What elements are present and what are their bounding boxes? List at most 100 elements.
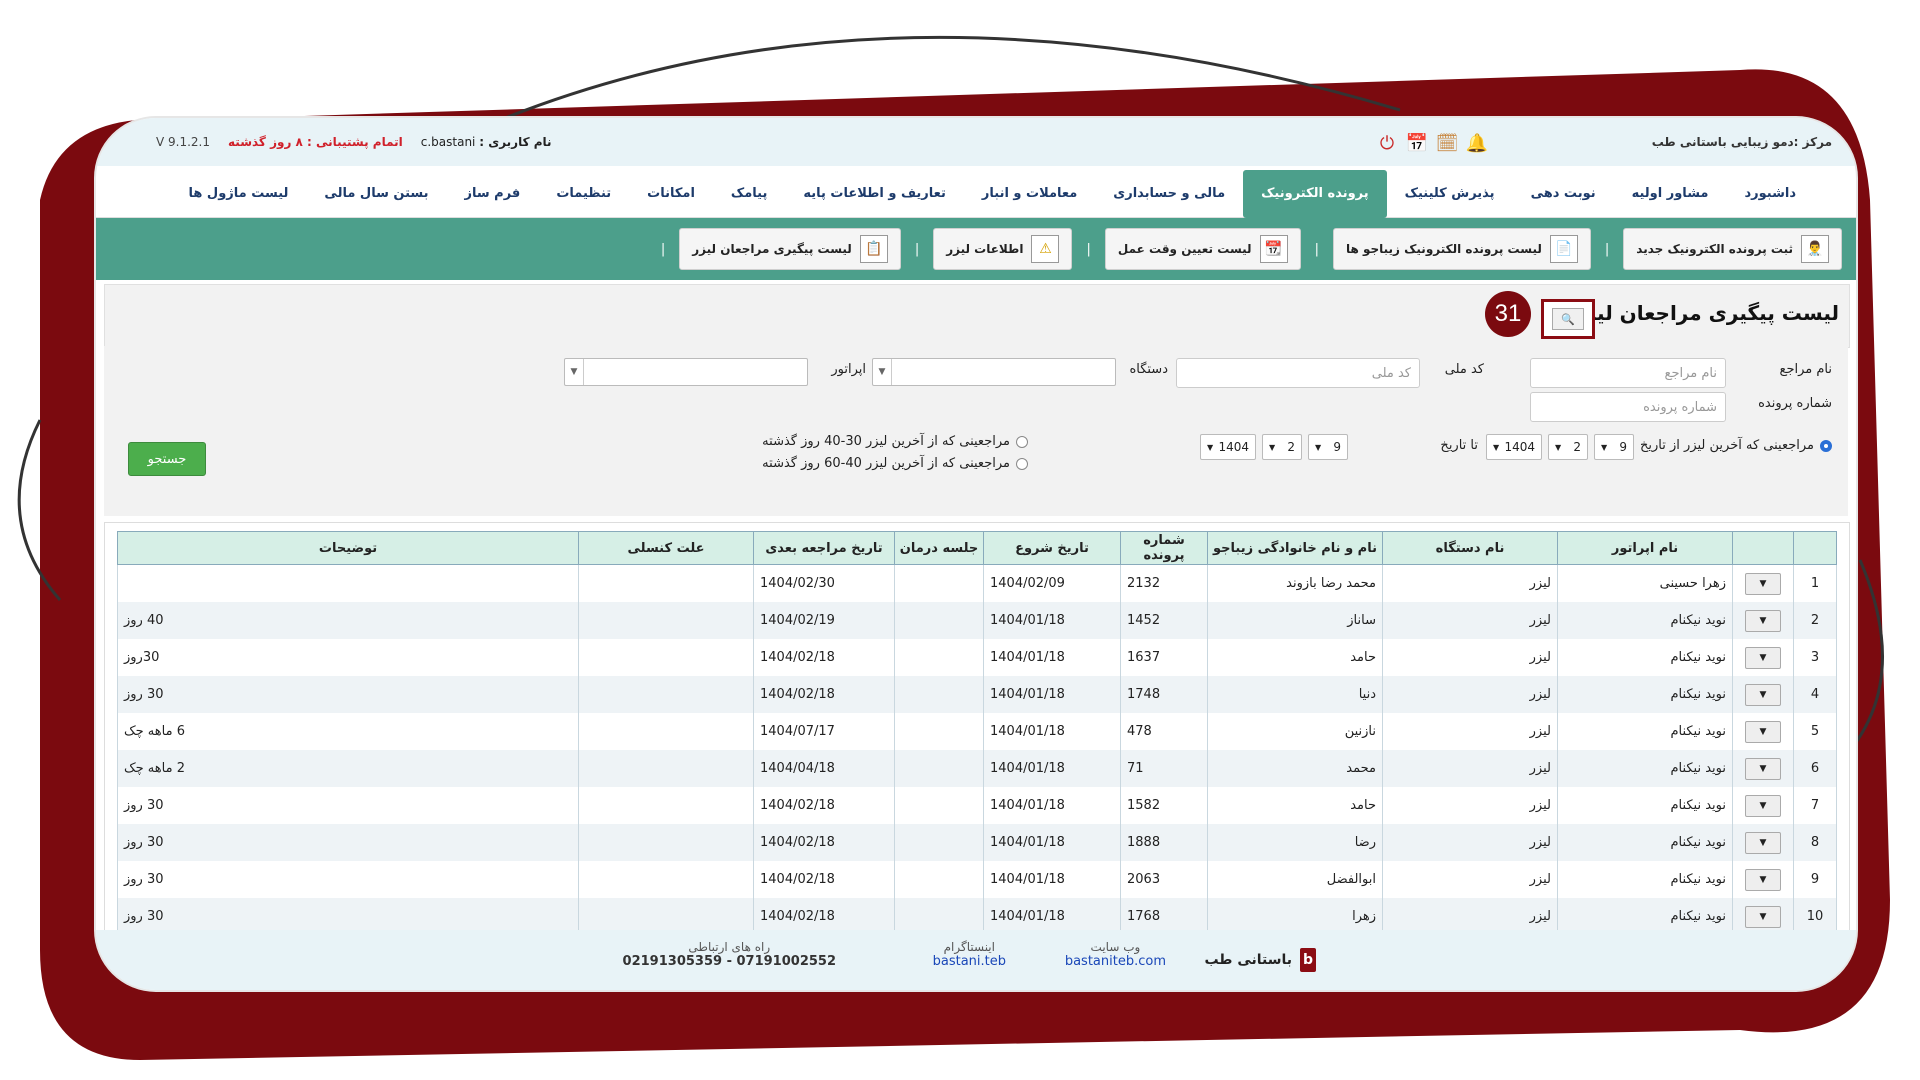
laser-followup-list-button[interactable]: 📋 لیست پیگیری مراجعان لیزر (679, 228, 901, 270)
to-day-select[interactable]: ▼ 9 (1308, 434, 1348, 460)
bell-icon[interactable]: 🔔 (1466, 132, 1488, 154)
cell-file-number: 2132 (1120, 564, 1208, 602)
toolbar-separator: | (1086, 241, 1091, 257)
row-number: 6 (1793, 750, 1837, 787)
operator-label: اپراتور (831, 362, 866, 377)
chevron-down-icon: ▼ (1555, 442, 1562, 452)
row-number: 2 (1793, 602, 1837, 639)
nav-close-fiscal-year[interactable]: بستن سال مالی (306, 170, 446, 218)
patient-name-input[interactable]: نام مراجع (1530, 358, 1726, 388)
table-row[interactable]: 9 ▼ نوید نیکنام لیزر ابوالفضل 2063 1404/01/18 1… (117, 861, 1837, 898)
instagram-link[interactable]: bastani.teb (933, 954, 1006, 969)
row-menu-button[interactable]: ▼ (1745, 794, 1781, 817)
nav-clinic-reception[interactable]: پذیرش کلینیک (1387, 170, 1513, 218)
cell-cancel-reason (578, 676, 754, 713)
radio-40-60-days[interactable]: مراجعینی که از آخرین لیزر 40-60 روز گذشت… (762, 456, 1028, 471)
surgery-schedule-list-button[interactable]: 📆 لیست تعیین وقت عمل (1104, 228, 1301, 270)
toolbar-separator: | (914, 241, 920, 257)
calendar-check-icon[interactable]: 📅 (1406, 132, 1428, 154)
device-select[interactable]: ▼ (872, 358, 1116, 386)
table-row[interactable]: 3 ▼ نوید نیکنام لیزر حامد 1637 1404/01/18 1404/… (117, 639, 1837, 676)
from-month-select[interactable]: ▼ 2 (1548, 434, 1588, 460)
cell-patient-name: حامد (1207, 787, 1383, 824)
cell-session (894, 787, 984, 824)
table-row[interactable]: 1 ▼ زهرا حسینی لیزر محمد رضا بازوند 2132 1404/… (117, 564, 1837, 602)
device-label: دستگاه (1129, 362, 1168, 377)
from-year-select[interactable]: ▼ 1404 (1486, 434, 1542, 460)
cell-device: لیزر (1382, 564, 1558, 602)
cell-operator: نوید نیکنام (1557, 639, 1733, 676)
row-menu-button[interactable]: ▼ (1745, 905, 1781, 928)
nav-finance[interactable]: مالی و حسابداری (1095, 170, 1243, 218)
radio-30-40-days[interactable]: مراجعینی که از آخرین لیزر 30-40 روز گذشت… (762, 434, 1028, 449)
national-code-input[interactable]: کد ملی (1176, 358, 1420, 388)
nav-features[interactable]: امکانات (629, 170, 713, 218)
power-icon[interactable]: ⏻ (1376, 132, 1398, 154)
operator-select[interactable]: ▼ (564, 358, 808, 386)
row-menu-button[interactable]: ▼ (1745, 868, 1781, 891)
chevron-down-icon: ▼ (1493, 442, 1500, 452)
new-electronic-file-button[interactable]: 👨‍⚕ ثبت پرونده الکترونیک جدید (1623, 228, 1842, 270)
row-menu-button[interactable]: ▼ (1745, 609, 1781, 632)
cell-patient-name: زهرا (1207, 898, 1383, 931)
calendar-icon[interactable]: 🗓 (1436, 132, 1459, 154)
table-row[interactable]: 10 ▼ نوید نیکنام لیزر زهرا 1768 1404/01/18 1404… (117, 898, 1837, 931)
to-year-select[interactable]: ▼ 1404 (1200, 434, 1256, 460)
from-day-select[interactable]: ▼ 9 (1594, 434, 1634, 460)
row-menu-button[interactable]: ▼ (1745, 720, 1781, 743)
file-list-icon: 📄 (1549, 235, 1578, 263)
cell-session (894, 824, 984, 861)
nav-dashboard[interactable]: داشبورد (1726, 170, 1814, 218)
nav-sms[interactable]: پیامک (713, 170, 785, 218)
laser-info-button[interactable]: ⚠ اطلاعات لیزر (933, 228, 1073, 270)
cell-device: لیزر (1382, 861, 1558, 898)
nav-electronic-file[interactable]: پرونده الکترونیک (1243, 169, 1387, 218)
row-menu-button[interactable]: ▼ (1745, 831, 1781, 854)
cell-start-date: 1404/01/18 (983, 898, 1121, 931)
from-date-radio[interactable]: مراجعینی که آخرین لیزر از تاریخ (1640, 438, 1832, 453)
search-filters: نام مراجع نام مراجع کد ملی کد ملی دستگاه… (104, 346, 1848, 516)
row-number: 1 (1793, 564, 1837, 602)
sub-toolbar: 👨‍⚕ ثبت پرونده الکترونیک جدید | 📄 لیست پ… (96, 218, 1856, 280)
cell-start-date: 1404/01/18 (983, 787, 1121, 824)
cell-start-date: 1404/01/18 (983, 602, 1121, 639)
nav-settings[interactable]: تنظیمات (538, 170, 629, 218)
toggle-search-button[interactable]: 🔍 (1541, 299, 1595, 339)
row-menu-button[interactable]: ▼ (1745, 683, 1781, 706)
cell-next-visit: 1404/02/18 (753, 824, 895, 861)
cell-next-visit: 1404/02/18 (753, 787, 895, 824)
cell-session (894, 713, 984, 750)
cell-notes: 30روز (117, 639, 579, 676)
cell-notes (117, 564, 579, 602)
chevron-down-icon: ▼ (1601, 442, 1608, 452)
to-month-select[interactable]: ▼ 2 (1262, 434, 1302, 460)
row-menu-button[interactable]: ▼ (1745, 572, 1781, 595)
cell-device: لیزر (1382, 713, 1558, 750)
to-date-label: تا تاریخ (1440, 438, 1478, 453)
row-menu-button[interactable]: ▼ (1745, 757, 1781, 780)
center-name: مرکز :دمو زیبایی باستانی طب (1651, 135, 1832, 149)
nav-appointments[interactable]: نوبت دهی (1513, 170, 1614, 218)
row-menu-button[interactable]: ▼ (1745, 646, 1781, 669)
electronic-files-list-button[interactable]: 📄 لیست پرونده الکترونیک زیباجو ها (1332, 228, 1591, 270)
cell-device: لیزر (1382, 787, 1558, 824)
file-number-input[interactable]: شماره پرونده (1530, 392, 1726, 422)
nav-form-builder[interactable]: فرم ساز (447, 170, 539, 218)
brand-logo-icon: b (1300, 948, 1316, 972)
nav-modules[interactable]: لیست ماژول ها (171, 170, 307, 218)
col-next-visit: تاریخ مراجعه بعدی (753, 531, 895, 565)
cell-start-date: 1404/02/09 (983, 564, 1121, 602)
table-row[interactable]: 4 ▼ نوید نیکنام لیزر دنیا 1748 1404/01/18 1404/… (117, 676, 1837, 713)
table-row[interactable]: 6 ▼ نوید نیکنام لیزر محمد 71 1404/01/18 1404/04… (117, 750, 1837, 787)
table-row[interactable]: 8 ▼ نوید نیکنام لیزر رضا 1888 1404/01/18 1404/0… (117, 824, 1837, 861)
table-row[interactable]: 5 ▼ نوید نیکنام لیزر نازنین 478 1404/01/18 1404… (117, 713, 1837, 750)
nav-warehouse[interactable]: معاملات و انبار (964, 170, 1095, 218)
table-row[interactable]: 7 ▼ نوید نیکنام لیزر حامد 1582 1404/01/18 1404/… (117, 787, 1837, 824)
cell-operator: زهرا حسینی (1557, 564, 1733, 602)
search-button[interactable]: جستجو (128, 442, 206, 476)
cell-notes: 30 روز (117, 898, 579, 931)
nav-base-info[interactable]: تعاریف و اطلاعات پایه (785, 170, 964, 218)
website-link[interactable]: bastaniteb.com (1065, 954, 1166, 969)
table-row[interactable]: 2 ▼ نوید نیکنام لیزر ساناز 1452 1404/01/18 1404… (117, 602, 1837, 639)
nav-consultant[interactable]: مشاور اولیه (1614, 170, 1727, 218)
